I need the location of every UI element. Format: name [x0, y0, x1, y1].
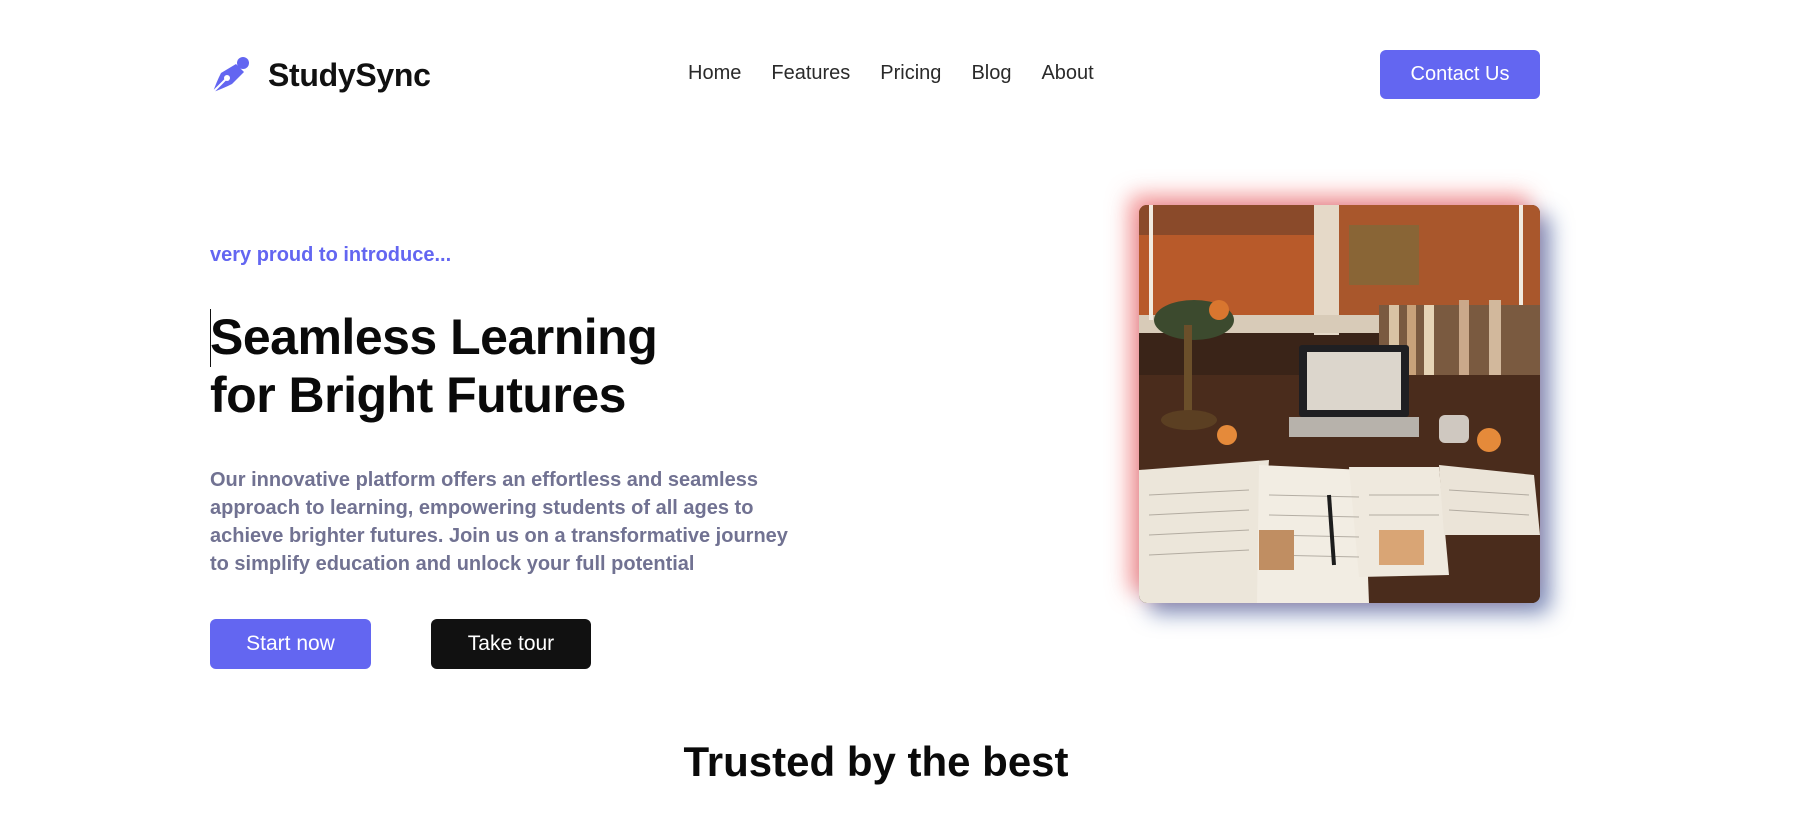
nav-pricing[interactable]: Pricing — [880, 62, 941, 85]
brand[interactable]: StudySync — [210, 54, 431, 96]
start-now-button[interactable]: Start now — [210, 619, 371, 669]
hero-headline-line2: for Bright Futures — [210, 367, 626, 423]
hero-headline: Seamless Learning for Bright Futures — [210, 308, 770, 424]
hero-headline-line1: Seamless Learning — [210, 309, 658, 365]
hero-image — [1139, 205, 1540, 603]
contact-us-button[interactable]: Contact Us — [1380, 50, 1540, 99]
trusted-heading: Trusted by the best — [683, 738, 1069, 785]
landing-page: StudySync Home Features Pricing Blog Abo… — [0, 0, 1797, 837]
hero-description: Our innovative platform offers an effort… — [210, 469, 788, 575]
take-tour-button[interactable]: Take tour — [431, 619, 591, 669]
study-desk-illustration — [1139, 205, 1540, 603]
nav-blog[interactable]: Blog — [971, 62, 1011, 85]
hero-eyebrow: very proud to introduce... — [210, 244, 452, 266]
brand-name: StudySync — [268, 56, 431, 93]
pen-nib-icon — [212, 57, 249, 93]
nav-about[interactable]: About — [1041, 62, 1093, 85]
nav-features[interactable]: Features — [771, 62, 850, 85]
main-nav: Home Features Pricing Blog About — [688, 62, 1094, 85]
nav-home[interactable]: Home — [688, 62, 741, 85]
